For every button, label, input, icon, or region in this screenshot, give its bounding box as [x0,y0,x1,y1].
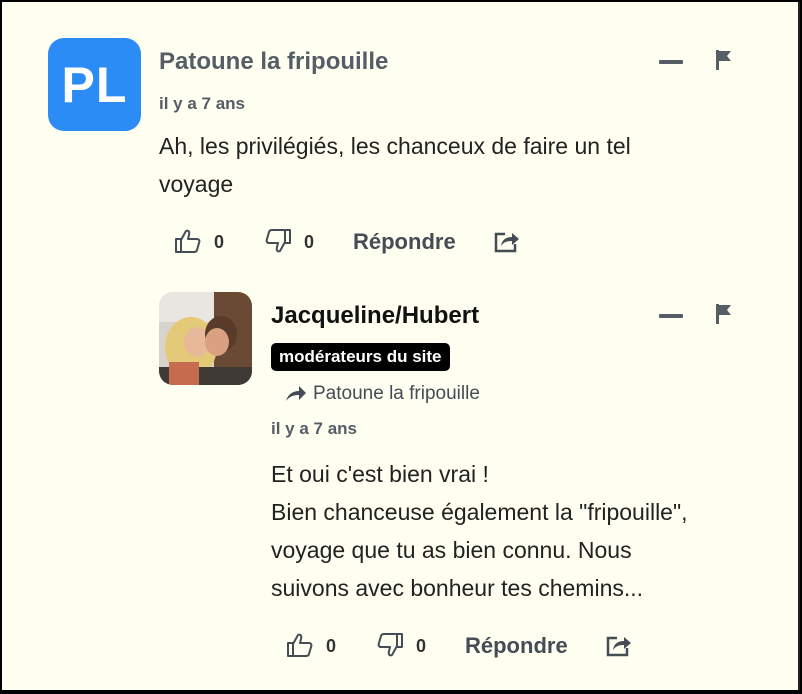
comment-author[interactable]: Patoune la fripouille [159,48,388,76]
dislike-count: 0 [304,232,315,252]
share-icon[interactable] [493,228,521,254]
comment-timestamp[interactable]: il y a 7 ans [159,94,245,114]
reply-to-link[interactable]: Patoune la fripouille [285,383,480,405]
reply-arrow-icon [286,386,306,401]
share-icon[interactable] [605,632,633,658]
like-count: 0 [326,636,337,656]
flag-icon[interactable] [714,303,734,325]
reply-author[interactable]: Jacqueline/Hubert [271,302,479,330]
dislike-count: 0 [416,636,427,656]
comment-body: Ah, les privilégiés, les chanceux de fai… [159,127,631,203]
comment-body-line: voyage [159,171,234,197]
like-count: 0 [214,232,225,252]
moderator-badge: modérateurs du site [271,343,450,371]
reply-body-line: suivons avec bonheur tes chemins... [271,575,644,601]
reply-timestamp[interactable]: il y a 7 ans [271,419,357,439]
collapse-icon[interactable] [659,314,683,318]
reply-body-line: Et oui c'est bien vrai ! [271,461,489,487]
thumbs-up-icon[interactable] [174,228,202,254]
reply-body-line: voyage que tu as bien connu. Nous [271,537,632,563]
comment-body-line: Ah, les privilégiés, les chanceux de fai… [159,133,631,159]
collapse-icon[interactable] [659,60,683,64]
comment-thread: PL Patoune la fripouille il y a 7 ans Ah… [2,2,800,690]
thumbs-up-icon[interactable] [286,632,314,658]
reply-to-name[interactable]: Patoune la fripouille [313,383,480,405]
avatar[interactable]: PL [48,38,141,131]
flag-icon[interactable] [714,49,734,71]
reply-button[interactable]: Répondre [465,633,568,659]
reply-body-line: Bien chanceuse également la "fripouille"… [271,499,688,525]
avatar[interactable] [159,292,252,385]
reply-body: Et oui c'est bien vrai ! Bien chanceuse … [271,455,688,607]
thumbs-down-icon[interactable] [376,632,404,658]
reply-button[interactable]: Répondre [353,229,456,255]
thumbs-down-icon[interactable] [264,228,292,254]
